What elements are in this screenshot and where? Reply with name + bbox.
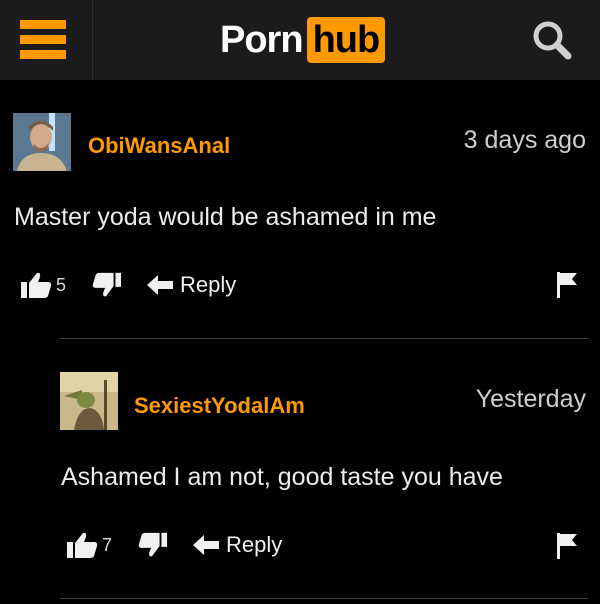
reply-button[interactable]: Reply bbox=[146, 272, 236, 298]
dislike-button[interactable] bbox=[92, 271, 122, 299]
reply-label: Reply bbox=[226, 532, 283, 557]
site-logo[interactable]: Porn hub bbox=[220, 14, 386, 66]
search-icon bbox=[533, 21, 572, 60]
comment-timestamp: Yesterday bbox=[475, 385, 586, 413]
comment-username[interactable]: SexiestYodalAm bbox=[134, 393, 305, 419]
logo-text: Porn bbox=[220, 18, 304, 61]
comment-divider bbox=[60, 338, 588, 339]
reply-arrow-icon bbox=[147, 275, 173, 295]
thumbs-down-icon bbox=[138, 532, 168, 557]
yoda-avatar[interactable] bbox=[60, 372, 118, 430]
like-button[interactable]: 5 bbox=[20, 271, 66, 299]
thumbs-up-icon bbox=[21, 272, 52, 298]
logo-badge: hub bbox=[306, 17, 386, 63]
obi-wan-avatar[interactable] bbox=[13, 113, 71, 171]
dislike-button[interactable] bbox=[138, 531, 168, 559]
flag-icon bbox=[557, 533, 577, 559]
reply-arrow-icon bbox=[193, 535, 219, 555]
comment-timestamp: 3 days ago bbox=[463, 126, 586, 154]
search-button[interactable] bbox=[520, 14, 584, 66]
flag-button[interactable] bbox=[555, 270, 579, 300]
top-bar: Porn hub bbox=[0, 0, 600, 80]
thumbs-down-icon bbox=[92, 272, 122, 297]
comment-username[interactable]: ObiWansAnal bbox=[88, 133, 230, 159]
reply-button[interactable]: Reply bbox=[192, 532, 282, 558]
flag-icon bbox=[557, 272, 577, 298]
comment-text: Master yoda would be ashamed in me bbox=[14, 203, 437, 231]
comment-divider bbox=[60, 598, 588, 599]
like-count: 5 bbox=[56, 274, 67, 295]
flag-button[interactable] bbox=[555, 531, 579, 561]
menu-button[interactable] bbox=[0, 0, 93, 80]
reply-label: Reply bbox=[180, 272, 237, 297]
like-button[interactable]: 7 bbox=[66, 531, 112, 559]
thumbs-up-icon bbox=[67, 532, 98, 558]
like-count: 7 bbox=[102, 534, 113, 555]
comment-text: Ashamed I am not, good taste you have bbox=[61, 463, 503, 491]
